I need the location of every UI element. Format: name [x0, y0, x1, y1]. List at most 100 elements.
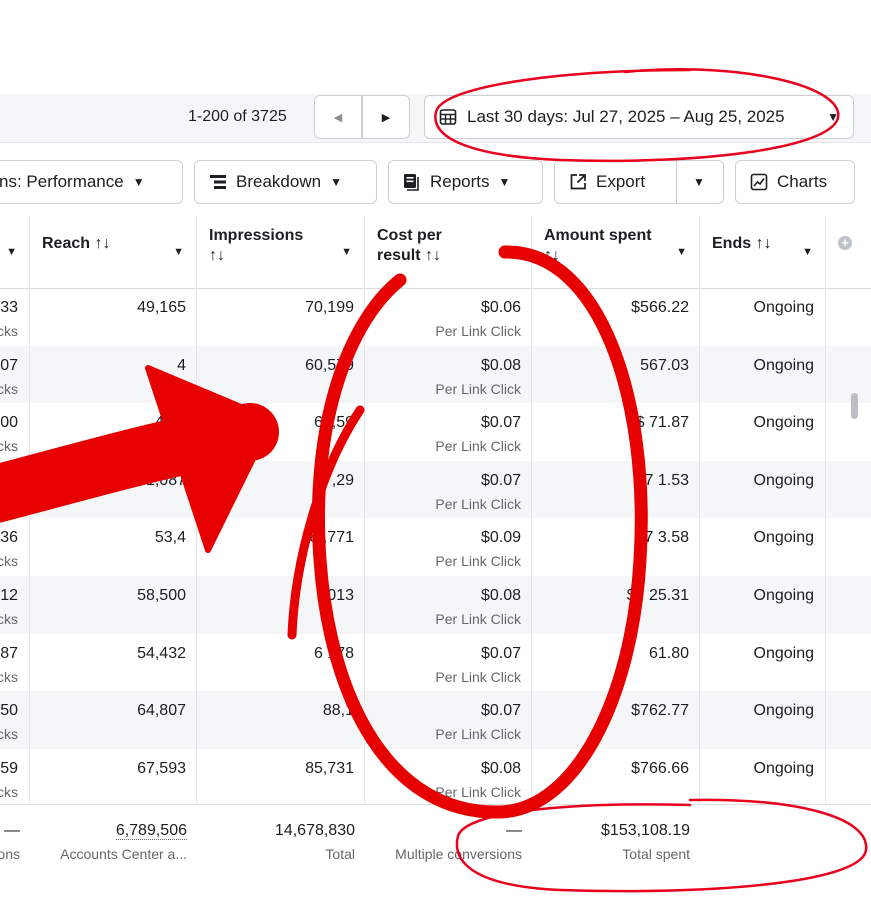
- totals-cost-label: Multiple conversions: [395, 846, 522, 862]
- cell-cost-per-result: $0.07: [480, 414, 521, 432]
- cell-cost-per-result: $0.07: [480, 471, 521, 489]
- cell-left-sub: cks: [0, 553, 18, 570]
- chevron-down-icon: ▼: [827, 110, 839, 124]
- cell-reach: 49,165: [137, 299, 186, 316]
- cell-ends: Ongoing: [753, 529, 815, 547]
- cell-left-value: 07: [0, 356, 18, 374]
- table-row[interactable]: 07 cks 4 60,579 $0.08 Per Link Click 567.03 Ong…: [0, 345, 871, 404]
- chevron-down-icon: ▼: [6, 246, 17, 258]
- cell-impressions: 70,199: [305, 299, 354, 316]
- cell-left-value: 12: [0, 587, 18, 604]
- cell-left-value: 59: [0, 759, 18, 777]
- totals-cost: —: [506, 822, 522, 839]
- chevron-down-icon: ▼: [498, 175, 511, 189]
- chevron-down-icon: ▼: [341, 246, 352, 258]
- table-row[interactable]: 36 cks 53,4 8 ,771 $0.09 Per Link Click $7 3.5…: [0, 518, 871, 576]
- cell-reach: 48,5: [154, 414, 186, 432]
- cell-ends: Ongoing: [753, 587, 815, 604]
- chevron-right-icon: ▶: [381, 111, 391, 124]
- cell-impressions: ,013: [322, 587, 354, 604]
- table-row[interactable]: 87 cks 54,432 6 178 $0.07 Per Link Click 61.80…: [0, 634, 871, 692]
- breakdown-icon: [210, 175, 226, 189]
- export-button[interactable]: Export ▼: [554, 160, 724, 204]
- reports-label: Reports: [430, 172, 490, 191]
- table-row[interactable]: cks 51,087 8 ,29 $0.07 Per Link Click $7 1.53…: [0, 460, 871, 519]
- chevron-left-icon: ◀: [333, 111, 343, 124]
- cell-left-sub: cks: [0, 323, 18, 339]
- charts-button[interactable]: Charts: [735, 160, 855, 204]
- header-ends[interactable]: Ends ↑↓ ▼: [700, 216, 826, 288]
- date-range-picker[interactable]: Last 30 days: Jul 27, 2025 – Aug 25, 202…: [424, 95, 854, 139]
- cell-impressions: 6 178: [313, 644, 354, 662]
- header-reach[interactable]: Reach ↑↓ ▼: [30, 216, 197, 288]
- cell-reach: 51,087: [137, 471, 186, 489]
- export-divider: [676, 161, 677, 203]
- table-row[interactable]: 12 cks 58,500 ,013 $0.08 Per Link Click $7 25.…: [0, 576, 871, 634]
- next-page-button[interactable]: ▶: [362, 95, 410, 139]
- cell-left-value: 33: [0, 299, 18, 316]
- chevron-down-icon: ▼: [802, 246, 813, 258]
- totals-row: — ons 6,789,506 Accounts Center a... 14,…: [0, 804, 871, 903]
- cell-cost-per-result: $0.08: [480, 587, 521, 604]
- column-divider: [825, 216, 826, 902]
- cell-impressions: 8 ,771: [309, 529, 354, 547]
- export-label: Export: [596, 172, 646, 191]
- cell-left-sub: cks: [0, 438, 18, 455]
- cell-ends: Ongoing: [753, 299, 815, 316]
- cell-reach: 4: [177, 356, 186, 374]
- table-row[interactable]: 59 cks 67,593 85,731 $0.08 Per Link Click $766…: [0, 749, 871, 807]
- table-row[interactable]: 33 cks 49,165 70,199 $0.06 Per Link Click $566…: [0, 288, 871, 346]
- totals-impressions-label: Total: [325, 846, 355, 862]
- cell-impressions: 85,731: [305, 759, 354, 777]
- cell-impressions: 8 ,29: [318, 471, 354, 489]
- chevron-down-icon: ▼: [676, 246, 687, 258]
- cell-ends: Ongoing: [753, 702, 815, 720]
- cell-cost-sub: Per Link Click: [435, 783, 521, 800]
- reports-button[interactable]: Reports ▼: [388, 160, 543, 204]
- header-cost-line2: result ↑↓: [377, 247, 442, 264]
- cell-reach: 54,432: [137, 644, 186, 662]
- calendar-grid-icon: [439, 109, 457, 125]
- cell-left-sub: cks: [0, 495, 18, 512]
- cell-cost-sub: Per Link Click: [435, 323, 521, 339]
- add-column-icon[interactable]: +: [838, 236, 852, 250]
- cell-amount-spent: 61.80: [648, 644, 689, 662]
- chevron-down-icon[interactable]: ▼: [693, 175, 705, 189]
- cell-ends: Ongoing: [753, 759, 815, 777]
- chevron-down-icon: ▼: [173, 246, 184, 258]
- header-reach-label: Reach ↑↓: [42, 235, 111, 252]
- cell-cost-sub: Per Link Click: [435, 438, 521, 455]
- header-amount-line1: Amount spent: [544, 227, 652, 244]
- breakdown-button[interactable]: Breakdown ▼: [194, 160, 377, 204]
- table-row[interactable]: 00 cks 48,5 64,59 $0.07 Per Link Click $ 71.87…: [0, 403, 871, 461]
- header-cost-line1: Cost per: [377, 227, 442, 244]
- table-row[interactable]: 50 cks 64,807 88,1 $0.07 Per Link Click $762.7…: [0, 691, 871, 749]
- cell-amount-spent: $7 1.53: [635, 471, 689, 489]
- cell-amount-spent: $762.77: [631, 702, 689, 720]
- column-divider: [699, 216, 700, 902]
- totals-reach[interactable]: 6,789,506: [115, 822, 187, 840]
- previous-page-button[interactable]: ◀: [314, 95, 362, 139]
- cell-cost-per-result: $0.07: [480, 702, 521, 720]
- header-impressions[interactable]: Impressions ↑↓ ▼: [197, 216, 365, 288]
- cell-amount-spent: $766.66: [631, 759, 689, 777]
- cell-left-value: 87: [0, 644, 18, 662]
- reports-icon: [404, 174, 419, 191]
- cell-cost-sub: Per Link Click: [435, 668, 521, 685]
- header-amount-spent[interactable]: Amount spent ↑↓ ▼: [532, 216, 700, 288]
- header-amount-line2: ↑↓: [544, 247, 560, 264]
- pagination-range: 1-200 of 3725: [188, 108, 287, 125]
- vertical-scrollbar[interactable]: [851, 393, 858, 419]
- cell-impressions: 64,59: [313, 414, 354, 432]
- totals-amount-spent: $153,108.19: [601, 822, 690, 839]
- cell-reach: 58,500: [137, 587, 186, 604]
- charts-label: Charts: [777, 172, 828, 191]
- header-cost-per-result[interactable]: Cost per result ↑↓: [365, 216, 532, 288]
- cell-cost-sub: Per Link Click: [435, 495, 521, 512]
- cell-cost-per-result: $0.08: [480, 356, 521, 374]
- cell-amount-spent: $7 3.58: [635, 529, 689, 547]
- totals-impressions: 14,678,830: [274, 822, 355, 839]
- columns-button[interactable]: ns: Performance ▼: [0, 160, 183, 204]
- cell-cost-sub: Per Link Click: [435, 726, 521, 743]
- header-left-column[interactable]: ▼: [0, 216, 30, 288]
